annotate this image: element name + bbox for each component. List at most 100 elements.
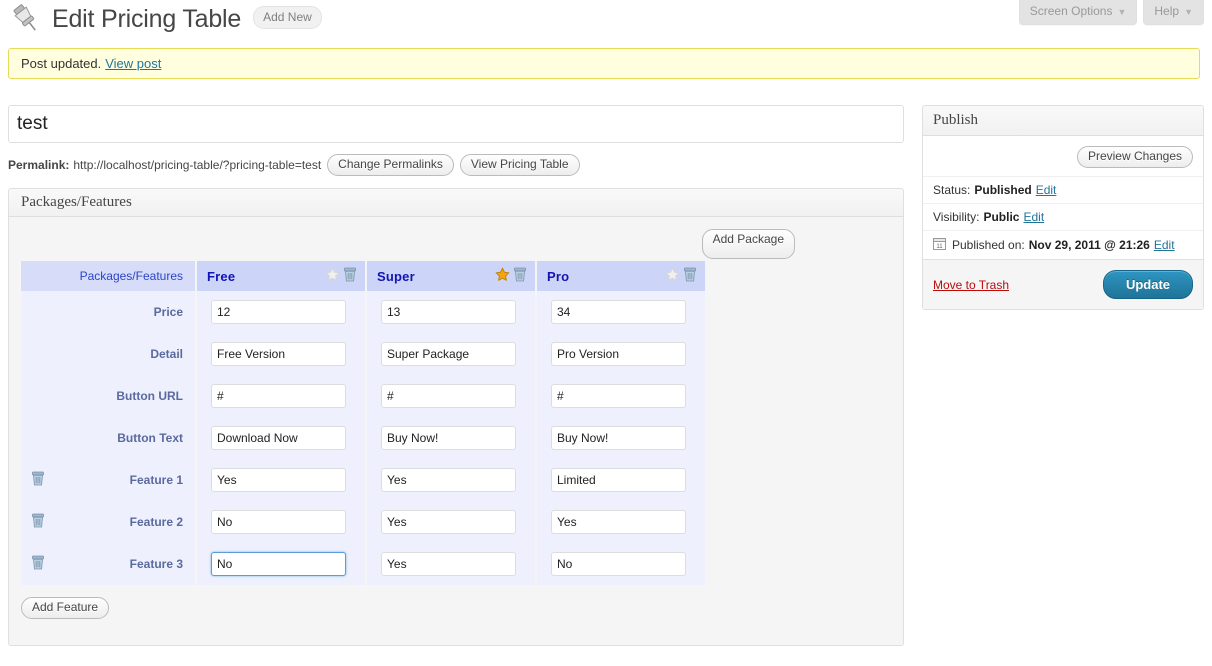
cell-input-r2-c1[interactable] bbox=[381, 384, 516, 408]
cell-input-r0-c1[interactable] bbox=[381, 300, 516, 324]
permalink-label: Permalink: bbox=[8, 158, 70, 172]
table-cell bbox=[536, 417, 707, 459]
table-cell bbox=[366, 543, 537, 585]
row-label: Feature 2 bbox=[54, 501, 197, 543]
pricing-table: Packages/Features Free Super Pro PriceDetai… bbox=[21, 261, 707, 585]
screen-meta-tabs: Screen Options ▼ Help ▼ bbox=[1018, 0, 1204, 25]
page-title: Edit Pricing Table bbox=[52, 4, 242, 33]
trash-icon[interactable] bbox=[513, 267, 527, 285]
cell-input-r5-c2[interactable] bbox=[551, 510, 686, 534]
row-delete-cell bbox=[21, 333, 54, 375]
star-icon[interactable] bbox=[495, 267, 510, 285]
packages-features-header: Packages/Features bbox=[54, 261, 197, 291]
view-post-link[interactable]: View post bbox=[105, 56, 161, 71]
permalink-row: Permalink: http://localhost/pricing-tabl… bbox=[8, 154, 904, 176]
table-row: Feature 2 bbox=[21, 501, 707, 543]
view-pricing-table-button[interactable]: View Pricing Table bbox=[459, 154, 580, 176]
publish-preview-row: Preview Changes bbox=[923, 136, 1203, 176]
table-corner-cell bbox=[21, 261, 54, 291]
chevron-down-icon: ▼ bbox=[1117, 7, 1127, 17]
row-label: Price bbox=[54, 291, 197, 333]
editor-column: Permalink: http://localhost/pricing-tabl… bbox=[8, 105, 904, 646]
publish-date-row: 11 Published on: Nov 29, 2011 @ 21:26 Ed… bbox=[923, 230, 1203, 259]
help-label: Help bbox=[1154, 4, 1180, 18]
updated-notice: Post updated. View post bbox=[8, 48, 1200, 79]
pushpin-icon bbox=[8, 2, 42, 36]
move-to-trash-link[interactable]: Move to Trash bbox=[933, 278, 1009, 292]
cell-input-r1-c2[interactable] bbox=[551, 342, 686, 366]
package-name-0: Free bbox=[207, 268, 236, 284]
row-delete-cell[interactable] bbox=[21, 543, 54, 585]
trash-icon[interactable] bbox=[31, 555, 45, 573]
table-cell bbox=[196, 501, 367, 543]
visibility-value: Public bbox=[983, 210, 1020, 224]
star-icon[interactable] bbox=[665, 267, 680, 285]
row-delete-cell bbox=[21, 291, 54, 333]
add-new-button[interactable]: Add New bbox=[253, 5, 322, 29]
table-cell bbox=[536, 501, 707, 543]
add-package-button[interactable]: Add Package bbox=[701, 229, 795, 259]
trash-icon[interactable] bbox=[683, 267, 697, 285]
cell-input-r6-c0[interactable] bbox=[211, 552, 346, 576]
cell-input-r3-c1[interactable] bbox=[381, 426, 516, 450]
cell-input-r5-c1[interactable] bbox=[381, 510, 516, 534]
package-column-header: Pro bbox=[536, 261, 707, 291]
table-cell bbox=[366, 333, 537, 375]
table-cell bbox=[366, 459, 537, 501]
preview-changes-button[interactable]: Preview Changes bbox=[1076, 146, 1193, 168]
screen-options-tab[interactable]: Screen Options ▼ bbox=[1018, 0, 1138, 25]
cell-input-r0-c0[interactable] bbox=[211, 300, 346, 324]
trash-icon[interactable] bbox=[31, 513, 45, 531]
metabox-body: Add Package Packages/Features Free Super Pr… bbox=[9, 217, 903, 645]
post-title-input[interactable] bbox=[8, 105, 904, 143]
status-label: Status: bbox=[933, 183, 971, 197]
published-on-value: Nov 29, 2011 @ 21:26 bbox=[1028, 238, 1150, 252]
update-button[interactable]: Update bbox=[1102, 270, 1193, 299]
star-icon[interactable] bbox=[325, 267, 340, 285]
table-cell bbox=[196, 459, 367, 501]
table-cell bbox=[536, 375, 707, 417]
row-label: Detail bbox=[54, 333, 197, 375]
trash-icon[interactable] bbox=[343, 267, 357, 285]
table-cell bbox=[196, 291, 367, 333]
table-cell bbox=[196, 375, 367, 417]
table-cell bbox=[536, 291, 707, 333]
status-edit-link[interactable]: Edit bbox=[1036, 183, 1057, 197]
cell-input-r3-c2[interactable] bbox=[551, 426, 686, 450]
table-row: Detail bbox=[21, 333, 707, 375]
package-column-header: Free bbox=[196, 261, 367, 291]
metabox-header[interactable]: Packages/Features bbox=[9, 189, 903, 217]
cell-input-r1-c0[interactable] bbox=[211, 342, 346, 366]
cell-input-r5-c0[interactable] bbox=[211, 510, 346, 534]
row-delete-cell[interactable] bbox=[21, 501, 54, 543]
cell-input-r4-c0[interactable] bbox=[211, 468, 346, 492]
row-delete-cell bbox=[21, 375, 54, 417]
row-delete-cell[interactable] bbox=[21, 459, 54, 501]
visibility-edit-link[interactable]: Edit bbox=[1023, 210, 1044, 224]
table-row: Button URL bbox=[21, 375, 707, 417]
publish-panel: Publish Preview Changes Status: Publishe… bbox=[922, 105, 1204, 310]
cell-input-r6-c2[interactable] bbox=[551, 552, 686, 576]
permalink-url: http://localhost/pricing-table/?pricing-… bbox=[73, 158, 322, 172]
cell-input-r2-c2[interactable] bbox=[551, 384, 686, 408]
table-cell bbox=[366, 375, 537, 417]
cell-input-r2-c0[interactable] bbox=[211, 384, 346, 408]
cell-input-r0-c2[interactable] bbox=[551, 300, 686, 324]
table-cell bbox=[536, 459, 707, 501]
publish-panel-header[interactable]: Publish bbox=[923, 106, 1203, 136]
table-row: Button Text bbox=[21, 417, 707, 459]
row-label: Button Text bbox=[54, 417, 197, 459]
published-on-edit-link[interactable]: Edit bbox=[1154, 238, 1175, 252]
trash-icon[interactable] bbox=[31, 471, 45, 489]
publish-actions: Move to Trash Update bbox=[923, 259, 1203, 309]
cell-input-r4-c2[interactable] bbox=[551, 468, 686, 492]
cell-input-r3-c0[interactable] bbox=[211, 426, 346, 450]
visibility-label: Visibility: bbox=[933, 210, 980, 224]
cell-input-r1-c1[interactable] bbox=[381, 342, 516, 366]
help-tab[interactable]: Help ▼ bbox=[1143, 0, 1204, 25]
add-feature-button[interactable]: Add Feature bbox=[21, 597, 110, 619]
change-permalinks-button[interactable]: Change Permalinks bbox=[327, 154, 454, 176]
table-row: Feature 3 bbox=[21, 543, 707, 585]
cell-input-r6-c1[interactable] bbox=[381, 552, 516, 576]
cell-input-r4-c1[interactable] bbox=[381, 468, 516, 492]
